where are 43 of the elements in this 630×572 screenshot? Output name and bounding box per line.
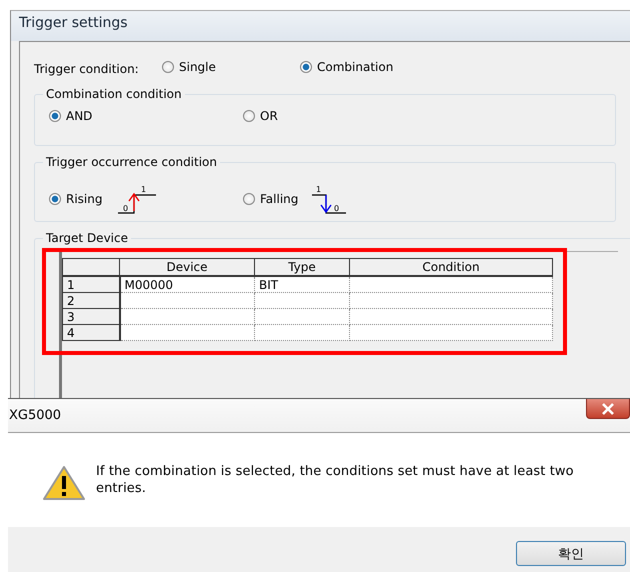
group-title: Trigger occurrence condition [43, 155, 220, 169]
group-title: Combination condition [43, 87, 185, 101]
table-cell[interactable] [350, 292, 552, 308]
header-cell [62, 258, 120, 276]
warning-icon [42, 465, 86, 501]
radio-button[interactable] [243, 110, 255, 122]
row-number: 3 [62, 308, 120, 324]
window-title: Trigger settings [11, 11, 630, 41]
column-header: Device [120, 258, 254, 276]
table-cell[interactable] [120, 292, 254, 308]
radio-option[interactable]: Single [162, 60, 300, 74]
table-cell[interactable]: M00000 [120, 276, 254, 292]
window-title: XG5000 [9, 408, 62, 423]
radio-option[interactable]: Combination [300, 60, 394, 74]
radio-option[interactable]: Falling [243, 192, 298, 206]
radio-button[interactable] [162, 61, 174, 73]
radio-option[interactable]: AND [49, 109, 243, 123]
close-button[interactable] [586, 399, 630, 419]
trigger-condition-label: Trigger condition: [34, 62, 140, 76]
close-icon [601, 402, 615, 414]
row-number: 4 [62, 324, 120, 340]
ok-button[interactable]: 확인 [516, 541, 626, 566]
row-number: 1 [62, 276, 120, 292]
radio-option[interactable]: Rising [49, 192, 102, 206]
table-cell[interactable] [350, 324, 552, 340]
table-cell[interactable] [254, 308, 350, 324]
radio-button[interactable] [49, 193, 61, 205]
table-cell[interactable] [254, 292, 350, 308]
table-cell[interactable] [350, 308, 552, 324]
column-header: Condition [350, 258, 552, 276]
radio-button[interactable] [49, 110, 61, 122]
table-cell[interactable] [120, 308, 254, 324]
row-number: 2 [62, 292, 120, 308]
column-header: Type [254, 258, 350, 276]
table-cell[interactable] [254, 324, 350, 340]
message-text: If the combination is selected, the conditions set must have at least two entries. [96, 463, 575, 497]
radio-button[interactable] [243, 193, 255, 205]
radio-button[interactable] [300, 61, 312, 73]
table-cell[interactable]: BIT [254, 276, 350, 292]
table-cell[interactable] [350, 276, 552, 292]
group-title: Target Device [43, 231, 131, 245]
table-cell[interactable] [120, 324, 254, 340]
radio-option[interactable]: OR [243, 109, 437, 123]
